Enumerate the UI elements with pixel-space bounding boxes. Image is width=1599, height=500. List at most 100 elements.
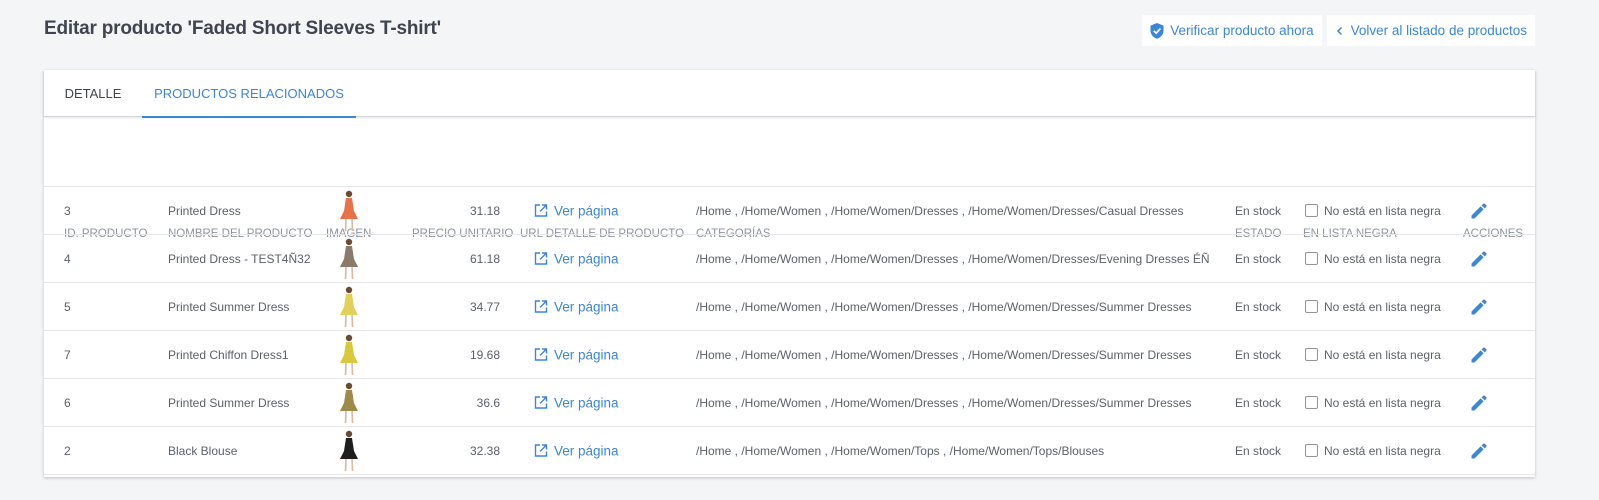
- ver-pagina-link[interactable]: Ver página: [534, 443, 619, 458]
- product-categories: /Home , /Home/Women , /Home/Women/Dresse…: [696, 251, 1210, 266]
- product-thumbnail: [340, 382, 358, 423]
- table-row: 7 Printed Chiffon Dress1 19.68 Ver págin…: [44, 331, 1535, 379]
- blacklist-toggle[interactable]: No está en lista negra: [1305, 444, 1441, 458]
- product-name: Printed Chiffon Dress1: [168, 347, 289, 362]
- blacklist-label: No está en lista negra: [1324, 395, 1441, 410]
- related-products-table: ID. PRODUCTO NOMBRE DEL PRODUCTO IMAGEN …: [44, 140, 1535, 475]
- ver-pagina-label: Ver página: [554, 299, 619, 314]
- product-image: [336, 285, 362, 329]
- product-status: En stock: [1235, 347, 1282, 362]
- blacklist-toggle[interactable]: No está en lista negra: [1305, 300, 1441, 314]
- product-image: [336, 429, 362, 473]
- ver-pagina-link[interactable]: Ver página: [534, 203, 619, 218]
- pencil-icon: [1471, 346, 1487, 362]
- product-price: 19.68: [469, 347, 500, 362]
- product-id: 3: [64, 203, 71, 218]
- product-image: [336, 381, 362, 425]
- ver-pagina-link[interactable]: Ver página: [534, 347, 619, 362]
- blacklist-label: No está en lista negra: [1324, 347, 1441, 362]
- product-price: 34.77: [469, 299, 500, 314]
- table-row: 3 Printed Dress 31.18 Ver página /Home ,…: [44, 187, 1535, 235]
- product-categories: /Home , /Home/Women , /Home/Women/Dresse…: [696, 395, 1192, 410]
- blacklist-toggle[interactable]: No está en lista negra: [1305, 396, 1441, 410]
- blacklist-checkbox[interactable]: [1305, 300, 1318, 313]
- blacklist-toggle[interactable]: No está en lista negra: [1305, 204, 1441, 218]
- page-title: Editar producto 'Faded Short Sleeves T-s…: [44, 18, 441, 39]
- table-row: 4 Printed Dress - TEST4Ñ32 61.18 Ver pág…: [44, 235, 1535, 283]
- product-thumbnail: [340, 190, 358, 231]
- product-status: En stock: [1235, 203, 1282, 218]
- edit-button[interactable]: [1469, 441, 1489, 461]
- table-row: 5 Printed Summer Dress 34.77 Ver página …: [44, 283, 1535, 331]
- blacklist-checkbox[interactable]: [1305, 444, 1318, 457]
- ver-pagina-link[interactable]: Ver página: [534, 299, 619, 314]
- product-thumbnail: [340, 430, 358, 471]
- product-status: En stock: [1235, 443, 1282, 458]
- blacklist-checkbox[interactable]: [1305, 348, 1318, 361]
- product-id: 7: [64, 347, 71, 362]
- verify-product-button[interactable]: Verificar producto ahora: [1142, 15, 1322, 46]
- edit-button[interactable]: [1469, 201, 1489, 221]
- product-name: Printed Dress: [168, 203, 241, 218]
- edit-button[interactable]: [1469, 297, 1489, 317]
- table-header: ID. PRODUCTO NOMBRE DEL PRODUCTO IMAGEN …: [44, 140, 1535, 240]
- back-to-list-label: Volver al listado de productos: [1350, 23, 1527, 38]
- external-link-icon: [534, 252, 548, 265]
- product-categories: /Home , /Home/Women , /Home/Women/Dresse…: [696, 299, 1192, 314]
- product-id: 4: [64, 251, 71, 266]
- table-body: 3 Printed Dress 31.18 Ver página /Home ,…: [44, 187, 1535, 475]
- ver-pagina-label: Ver página: [554, 443, 619, 458]
- blacklist-toggle[interactable]: No está en lista negra: [1305, 348, 1441, 362]
- external-link-icon: [534, 300, 548, 313]
- edit-button[interactable]: [1469, 393, 1489, 413]
- product-card: DETALLE PRODUCTOS RELACIONADOS ID. PRODU…: [44, 70, 1535, 477]
- product-thumbnail: [340, 238, 358, 279]
- tab-bar: DETALLE PRODUCTOS RELACIONADOS: [44, 70, 1535, 118]
- blacklist-checkbox[interactable]: [1305, 204, 1318, 217]
- ver-pagina-link[interactable]: Ver página: [534, 251, 619, 266]
- product-id: 5: [64, 299, 71, 314]
- product-categories: /Home , /Home/Women , /Home/Women/Tops ,…: [696, 443, 1105, 458]
- product-price: 36.6: [476, 395, 500, 410]
- blacklist-label: No está en lista negra: [1324, 203, 1441, 218]
- header-actions: Verificar producto ahora Volver al lista…: [1142, 15, 1535, 46]
- product-image: [336, 333, 362, 377]
- back-to-list-button[interactable]: Volver al listado de productos: [1326, 15, 1535, 46]
- product-id: 6: [64, 395, 71, 410]
- product-status: En stock: [1235, 299, 1282, 314]
- blacklist-label: No está en lista negra: [1324, 443, 1441, 458]
- product-categories: /Home , /Home/Women , /Home/Women/Dresse…: [696, 347, 1192, 362]
- external-link-icon: [534, 396, 548, 409]
- pencil-icon: [1471, 298, 1487, 314]
- blacklist-toggle[interactable]: No está en lista negra: [1305, 252, 1441, 266]
- product-image: [336, 189, 362, 233]
- pencil-icon: [1471, 202, 1487, 218]
- ver-pagina-label: Ver página: [554, 347, 619, 362]
- product-status: En stock: [1235, 251, 1282, 266]
- verify-product-label: Verificar producto ahora: [1170, 23, 1314, 38]
- ver-pagina-label: Ver página: [554, 251, 619, 266]
- pencil-icon: [1471, 394, 1487, 410]
- ver-pagina-link[interactable]: Ver página: [534, 395, 619, 410]
- product-price: 31.18: [469, 203, 500, 218]
- product-name: Printed Dress - TEST4Ñ32: [168, 251, 311, 266]
- product-id: 2: [64, 443, 71, 458]
- edit-button[interactable]: [1469, 345, 1489, 365]
- blacklist-checkbox[interactable]: [1305, 396, 1318, 409]
- product-name: Printed Summer Dress: [168, 395, 290, 410]
- table-row: 2 Black Blouse 32.38 Ver página /Home , …: [44, 427, 1535, 475]
- product-thumbnail: [340, 334, 358, 375]
- product-thumbnail: [340, 286, 358, 327]
- tab-productos-relacionados[interactable]: PRODUCTOS RELACIONADOS: [142, 70, 356, 118]
- pencil-icon: [1471, 250, 1487, 266]
- product-categories: /Home , /Home/Women , /Home/Women/Dresse…: [696, 203, 1184, 218]
- blacklist-checkbox[interactable]: [1305, 252, 1318, 265]
- product-name: Black Blouse: [168, 443, 238, 458]
- edit-button[interactable]: [1469, 249, 1489, 269]
- product-price: 32.38: [469, 443, 500, 458]
- external-link-icon: [534, 204, 548, 217]
- external-link-icon: [534, 348, 548, 361]
- product-price: 61.18: [469, 251, 500, 266]
- shield-check-icon: [1150, 22, 1164, 39]
- tab-detalle[interactable]: DETALLE: [44, 70, 142, 117]
